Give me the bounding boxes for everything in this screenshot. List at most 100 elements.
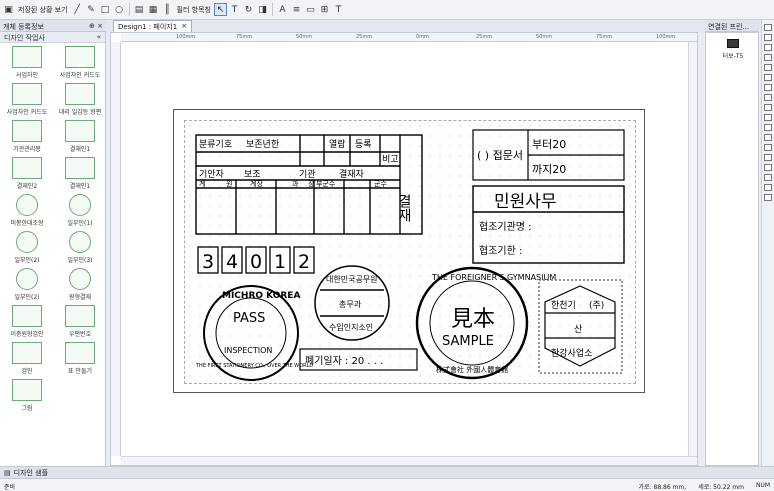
line-icon[interactable]: ╱ xyxy=(71,3,84,16)
tool-strip-button[interactable] xyxy=(764,174,772,181)
fill-icon[interactable]: ◨ xyxy=(256,3,269,16)
right-tool-strip xyxy=(761,20,774,466)
sample-tab[interactable]: 디자인 샘플 xyxy=(14,468,48,478)
template-item[interactable]: 검인 xyxy=(2,342,52,376)
ruler-tick: 25mm xyxy=(476,34,493,40)
approval-org: 기관 xyxy=(299,169,316,180)
pointer-icon[interactable]: ↖ xyxy=(213,3,227,16)
template-item[interactable]: 우편번호 xyxy=(55,305,105,339)
inspection-top: MICHRO KOREA xyxy=(222,291,300,301)
template-item[interactable]: 사업자인 xyxy=(2,46,52,80)
revenue-bottom: 수입인지소인 xyxy=(329,322,373,332)
template-grid: 사업자인 사업자인 커드도 사업자인 커드도대리 일감등 형편기관관리봉 결재인1 결재… xyxy=(0,43,105,416)
tool-strip-button[interactable] xyxy=(764,124,772,131)
field-item-button[interactable]: 필터 항목칭 xyxy=(175,5,213,15)
approval-header-2: 보존년한 xyxy=(246,139,279,150)
inspection-text: MICHRO KOREA PASS INSPECTION THE FIRST S… xyxy=(195,291,313,369)
table-icon[interactable]: ▦ xyxy=(147,3,160,16)
template-item[interactable]: 사업자인 커드도 xyxy=(2,83,52,117)
rect-icon[interactable]: □ xyxy=(99,3,112,16)
template-item[interactable]: 일부인(3) xyxy=(55,231,105,265)
template-thumbnail xyxy=(69,268,91,290)
tool-strip-button[interactable] xyxy=(764,144,772,151)
vertical-scrollbar[interactable] xyxy=(688,42,697,456)
template-item[interactable]: 이중원형검인 xyxy=(2,305,52,339)
tool-strip-button[interactable] xyxy=(764,134,772,141)
template-thumbnail xyxy=(12,342,42,364)
template-item[interactable]: 일부인(2) xyxy=(2,268,52,302)
template-item[interactable]: 그림 xyxy=(2,379,52,413)
template-label: 우편번호 xyxy=(68,331,92,338)
approval-col-6: 부군수 xyxy=(316,180,336,188)
template-item[interactable]: 사업자인 커드도 xyxy=(55,46,105,80)
image-icon[interactable]: ▤ xyxy=(133,3,146,16)
grid-icon[interactable]: ⊞ xyxy=(318,3,331,16)
font-icon[interactable]: A xyxy=(276,3,289,16)
tool-strip-button[interactable] xyxy=(764,194,772,201)
tool-strip-button[interactable] xyxy=(764,184,772,191)
inspection-word: INSPECTION xyxy=(224,346,272,355)
template-label: 일부인(1) xyxy=(67,220,93,227)
template-item[interactable]: 결재인2 xyxy=(2,157,52,191)
document-tab[interactable]: Design1 : 페이지1 × xyxy=(113,20,193,32)
printer-device[interactable]: 터보-T5 xyxy=(720,39,746,65)
tool-strip-button[interactable] xyxy=(764,64,772,71)
template-item[interactable]: 일부인(1) xyxy=(55,194,105,228)
left-panel-title: 개체 등록정보 ⊕ × xyxy=(0,20,106,32)
template-item[interactable]: 대리 일감등 형편 xyxy=(55,83,105,117)
document-tab-label: Design1 : 페이지1 xyxy=(118,23,178,31)
pin-icon[interactable]: ⊕ × xyxy=(89,22,103,30)
horizontal-scrollbar[interactable] xyxy=(121,456,697,465)
tool-strip-button[interactable] xyxy=(764,114,772,121)
stamp-layout: 분류기호 보존년한 열람 등록 비고 기안자 보조 기관 결재자 계 원 계장 … xyxy=(195,129,625,381)
digit-value: 0 xyxy=(250,251,262,273)
tool-strip-button[interactable] xyxy=(764,74,772,81)
template-thumbnail xyxy=(69,194,91,216)
barcode-icon[interactable]: ║ xyxy=(161,3,174,16)
civil-affairs-title: 민원사무 xyxy=(494,192,557,212)
tool-strip-button[interactable] xyxy=(764,54,772,61)
rotate-icon[interactable]: ↻ xyxy=(242,3,255,16)
vertical-ruler xyxy=(111,42,121,456)
discard-date-stamp[interactable]: 폐기일자 : 20 . . . xyxy=(299,348,418,371)
format-icon[interactable]: T xyxy=(332,3,345,16)
close-tab-icon[interactable]: × xyxy=(181,22,187,31)
template-thumbnail xyxy=(65,157,95,179)
tool-strip-button[interactable] xyxy=(764,164,772,171)
tool-strip-button[interactable] xyxy=(764,94,772,101)
template-item[interactable]: 일부인(2) xyxy=(2,231,52,265)
pen-icon[interactable]: ✎ xyxy=(85,3,98,16)
design-canvas[interactable]: 100mm 75mm 50mm 25mm 0mm 25mm 50mm 75mm 100mm 분류… xyxy=(110,32,698,466)
tool-strip-button[interactable] xyxy=(764,104,772,111)
border-icon[interactable]: ▭ xyxy=(304,3,317,16)
template-thumbnail xyxy=(16,268,38,290)
horizontal-ruler: 100mm 75mm 50mm 25mm 0mm 25mm 50mm 75mm 100mm xyxy=(121,33,697,42)
coord-x: 가로: 88.86 mm, xyxy=(638,484,687,491)
template-label: 대리 일감등 형편 xyxy=(58,109,102,116)
tool-strip-button[interactable] xyxy=(764,34,772,41)
template-item[interactable]: 기관관리봉 xyxy=(2,120,52,154)
template-item[interactable]: 표 만들기 xyxy=(55,342,105,376)
template-item[interactable]: 원형결재 xyxy=(55,268,105,302)
main-toolbar: ▣ 저장된 상황 보기 ╱ ✎ □ ○ ▤ ▦ ║ 필터 항목칭 ↖ T ↻ ◨… xyxy=(0,0,774,20)
template-label: 이중원형검인 xyxy=(10,331,44,338)
template-item[interactable]: 결재인1 xyxy=(55,120,105,154)
number-stamp[interactable]: 34012 xyxy=(197,246,315,274)
approval-col-5: 장 xyxy=(308,179,315,188)
stored-view-button[interactable]: 저장된 상황 보기 xyxy=(16,5,70,15)
template-item[interactable]: 결재인1 xyxy=(55,157,105,191)
template-item[interactable]: 미봉한대조형 xyxy=(2,194,52,228)
tool-strip-button[interactable] xyxy=(764,24,772,31)
design-page: 분류기호 보존년한 열람 등록 비고 기안자 보조 기관 결재자 계 원 계장 … xyxy=(173,109,645,393)
tool-strip-button[interactable] xyxy=(764,44,772,51)
align-icon[interactable]: ≡ xyxy=(290,3,303,16)
ellipse-icon[interactable]: ○ xyxy=(113,3,126,16)
tool-strip-button[interactable] xyxy=(764,154,772,161)
tool-strip-button[interactable] xyxy=(764,84,772,91)
sample-top: THE FOREIGNER'S GYMNASIUM xyxy=(431,273,556,282)
collapse-icon[interactable]: « xyxy=(97,33,101,41)
approval-header-1: 분류기호 xyxy=(199,139,232,150)
ruler-tick: 50mm xyxy=(536,34,553,40)
save-icon[interactable]: ▣ xyxy=(2,3,15,16)
text-icon[interactable]: T xyxy=(228,3,241,16)
